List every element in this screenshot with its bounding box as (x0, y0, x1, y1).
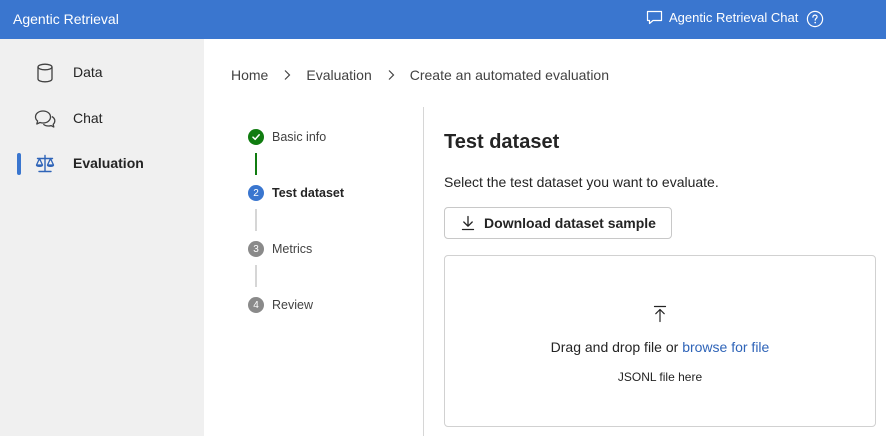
active-indicator (17, 153, 21, 175)
download-button-label: Download dataset sample (484, 215, 656, 231)
database-icon (37, 63, 53, 83)
step-label: Test dataset (272, 186, 345, 200)
scales-icon (35, 154, 55, 173)
top-bar: Agentic Retrieval Agentic Retrieval Chat (0, 0, 886, 39)
step-number: 4 (248, 297, 264, 313)
section-title: Test dataset (444, 131, 560, 153)
chevron-right-icon (388, 70, 395, 80)
sidebar-item-label: Data (73, 64, 103, 80)
vertical-divider (423, 107, 424, 436)
help-icon[interactable] (806, 10, 824, 28)
breadcrumb-home[interactable]: Home (231, 67, 268, 83)
step-connector (255, 265, 257, 287)
breadcrumb-current: Create an automated evaluation (409, 67, 609, 83)
agentic-retrieval-chat-link[interactable]: Agentic Retrieval Chat (646, 10, 798, 25)
chevron-right-icon (284, 70, 291, 80)
download-dataset-sample-button[interactable]: Download dataset sample (444, 207, 672, 239)
dropzone-instruction: Drag and drop file or (550, 339, 683, 355)
step-basic-info[interactable]: Basic info (248, 129, 326, 145)
step-connector (255, 153, 257, 175)
dropzone-hint: JSONL file here (617, 370, 703, 384)
upload-icon (653, 305, 667, 323)
sidebar-item-chat[interactable]: Chat (0, 98, 204, 138)
step-review[interactable]: 4 Review (248, 297, 313, 313)
chat-icon (34, 110, 56, 128)
section-description: Select the test dataset you want to eval… (444, 174, 719, 190)
chat-bubble-icon (646, 10, 663, 25)
sidebar-item-label: Chat (73, 110, 103, 126)
breadcrumb: Home Evaluation Create an automated eval… (231, 67, 609, 83)
sidebar: Data Chat Evaluation (0, 39, 204, 436)
breadcrumb-evaluation[interactable]: Evaluation (306, 67, 371, 83)
browse-for-file-link[interactable]: browse for file (682, 339, 769, 355)
step-number: 2 (248, 185, 264, 201)
dropzone-text: Drag and drop file or browse for file (445, 339, 875, 355)
sidebar-item-data[interactable]: Data (0, 52, 204, 92)
sidebar-item-evaluation[interactable]: Evaluation (0, 143, 204, 183)
app-title[interactable]: Agentic Retrieval (13, 11, 119, 27)
file-dropzone[interactable]: Drag and drop file or browse for file JS… (444, 255, 876, 427)
checkmark-icon (248, 129, 264, 145)
step-number: 3 (248, 241, 264, 257)
step-connector (255, 209, 257, 231)
step-metrics[interactable]: 3 Metrics (248, 241, 312, 257)
step-label: Basic info (272, 130, 327, 144)
step-test-dataset[interactable]: 2 Test dataset (248, 185, 344, 201)
sidebar-item-label: Evaluation (73, 155, 144, 171)
download-icon (461, 215, 475, 231)
step-label: Metrics (272, 242, 313, 256)
chat-link-label: Agentic Retrieval Chat (669, 10, 799, 25)
step-label: Review (272, 298, 313, 312)
